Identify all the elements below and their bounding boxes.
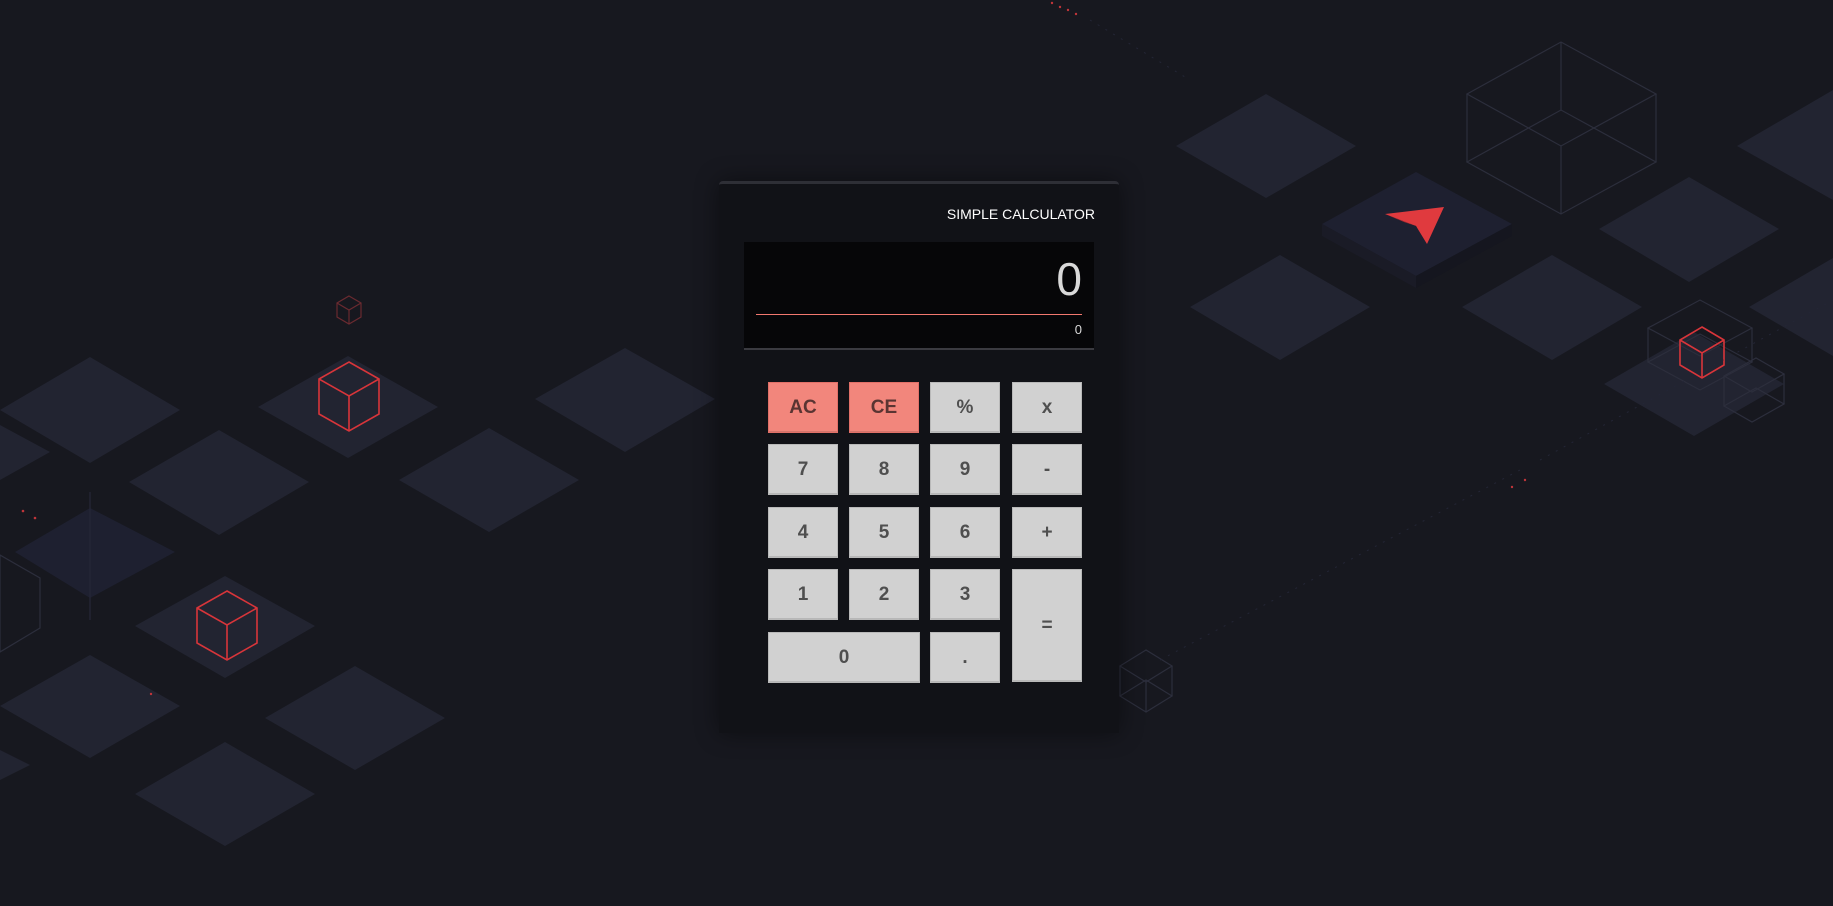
small-cube-icon xyxy=(336,295,362,325)
digit-9-button[interactable]: 9 xyxy=(930,444,1000,495)
digit-1-button[interactable]: 1 xyxy=(768,569,838,620)
display-history: 0 xyxy=(1074,322,1082,337)
calculator-panel: SIMPLE CALCULATOR 0 0 AC CE % x 7 8 9 - … xyxy=(719,181,1119,733)
digit-8-button[interactable]: 8 xyxy=(849,444,919,495)
multiply-button[interactable]: x xyxy=(1012,382,1082,433)
clear-entry-button[interactable]: CE xyxy=(849,382,919,433)
equals-button[interactable]: = xyxy=(1012,569,1082,682)
minus-button[interactable]: - xyxy=(1012,444,1082,495)
display-value: 0 xyxy=(1056,253,1082,305)
percent-button[interactable]: % xyxy=(930,382,1000,433)
display-divider xyxy=(756,314,1082,315)
digit-6-button[interactable]: 6 xyxy=(930,507,1000,558)
digit-0-button[interactable]: 0 xyxy=(768,632,920,683)
digit-4-button[interactable]: 4 xyxy=(768,507,838,558)
decimal-button[interactable]: . xyxy=(930,632,1000,683)
plus-button[interactable]: + xyxy=(1012,507,1082,558)
digit-3-button[interactable]: 3 xyxy=(930,569,1000,620)
digit-7-button[interactable]: 7 xyxy=(768,444,838,495)
calculator-display: 0 0 xyxy=(744,242,1094,350)
digit-2-button[interactable]: 2 xyxy=(849,569,919,620)
all-clear-button[interactable]: AC xyxy=(768,382,838,433)
digit-5-button[interactable]: 5 xyxy=(849,507,919,558)
calculator-title: SIMPLE CALCULATOR xyxy=(946,206,1095,222)
